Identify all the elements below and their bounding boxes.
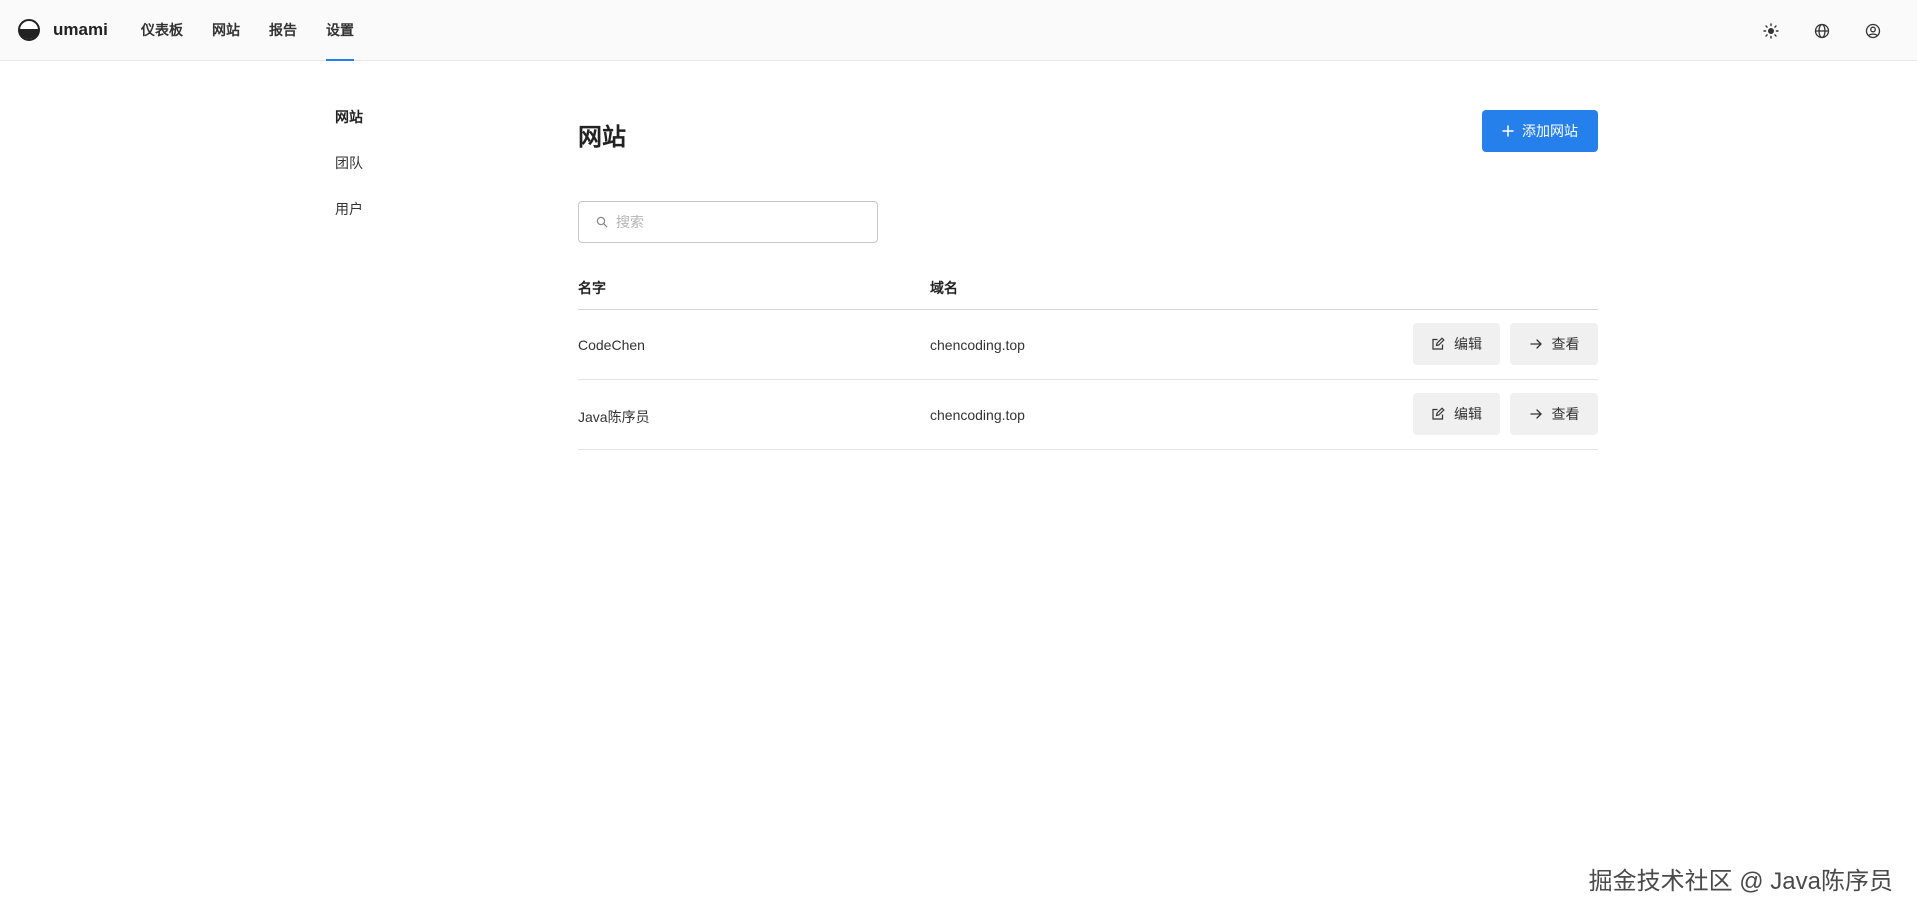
sidebar-item-websites[interactable]: 网站 — [335, 106, 363, 152]
umami-logo-icon — [18, 19, 40, 41]
website-domain: chencoding.top — [930, 407, 1025, 423]
row-actions: 编辑 查看 — [1413, 323, 1598, 365]
nav-item-settings[interactable]: 设置 — [326, 0, 354, 61]
user-circle-icon[interactable] — [1861, 19, 1885, 43]
sidebar-item-users[interactable]: 用户 — [335, 198, 363, 244]
app-logo[interactable]: umami — [18, 19, 108, 41]
arrow-right-icon — [1529, 339, 1542, 349]
edit-label: 编辑 — [1454, 406, 1482, 422]
website-name: CodeChen — [578, 337, 645, 353]
view-label: 查看 — [1551, 336, 1580, 352]
website-domain: chencoding.top — [930, 337, 1025, 353]
nav-item-websites[interactable]: 网站 — [212, 0, 240, 61]
websites-table: 名字 域名 CodeChen chencoding.top 编辑 查看 Java… — [578, 274, 1598, 450]
row-actions: 编辑 查看 — [1413, 393, 1598, 435]
watermark: 掘金技术社区 @ Java陈序员 — [1588, 868, 1893, 895]
page-title: 网站 — [578, 124, 626, 151]
table-row: CodeChen chencoding.top 编辑 查看 — [578, 310, 1598, 380]
sidebar-item-teams[interactable]: 团队 — [335, 152, 363, 198]
add-website-label: 添加网站 — [1522, 123, 1578, 139]
edit-icon — [1432, 337, 1445, 350]
top-bar: umami 仪表板 网站 报告 设置 — [0, 0, 1917, 61]
nav-item-dashboard[interactable]: 仪表板 — [141, 0, 183, 61]
table-header: 名字 域名 — [578, 274, 1598, 310]
view-button[interactable]: 查看 — [1510, 393, 1598, 435]
edit-button[interactable]: 编辑 — [1413, 393, 1500, 435]
table-row: Java陈序员 chencoding.top 编辑 查看 — [578, 380, 1598, 450]
arrow-right-icon — [1529, 409, 1542, 419]
globe-icon[interactable] — [1810, 19, 1834, 43]
app-name: umami — [53, 20, 108, 39]
add-website-button[interactable]: 添加网站 — [1482, 110, 1598, 152]
search-box — [578, 201, 878, 243]
view-label: 查看 — [1551, 406, 1580, 422]
main-nav: 仪表板 网站 报告 设置 — [141, 0, 383, 61]
edit-button[interactable]: 编辑 — [1413, 323, 1500, 365]
search-input[interactable] — [616, 214, 856, 230]
plus-icon — [1502, 125, 1514, 137]
nav-item-reports[interactable]: 报告 — [269, 0, 297, 61]
edit-icon — [1432, 407, 1445, 420]
settings-sidebar: 网站 团队 用户 — [335, 106, 363, 244]
column-header-name: 名字 — [578, 280, 606, 296]
column-header-domain: 域名 — [930, 280, 958, 296]
search-icon — [596, 216, 608, 228]
website-name: Java陈序员 — [578, 409, 650, 425]
edit-label: 编辑 — [1454, 336, 1482, 352]
sun-icon[interactable] — [1759, 19, 1783, 43]
view-button[interactable]: 查看 — [1510, 323, 1598, 365]
top-actions — [1759, 19, 1885, 43]
